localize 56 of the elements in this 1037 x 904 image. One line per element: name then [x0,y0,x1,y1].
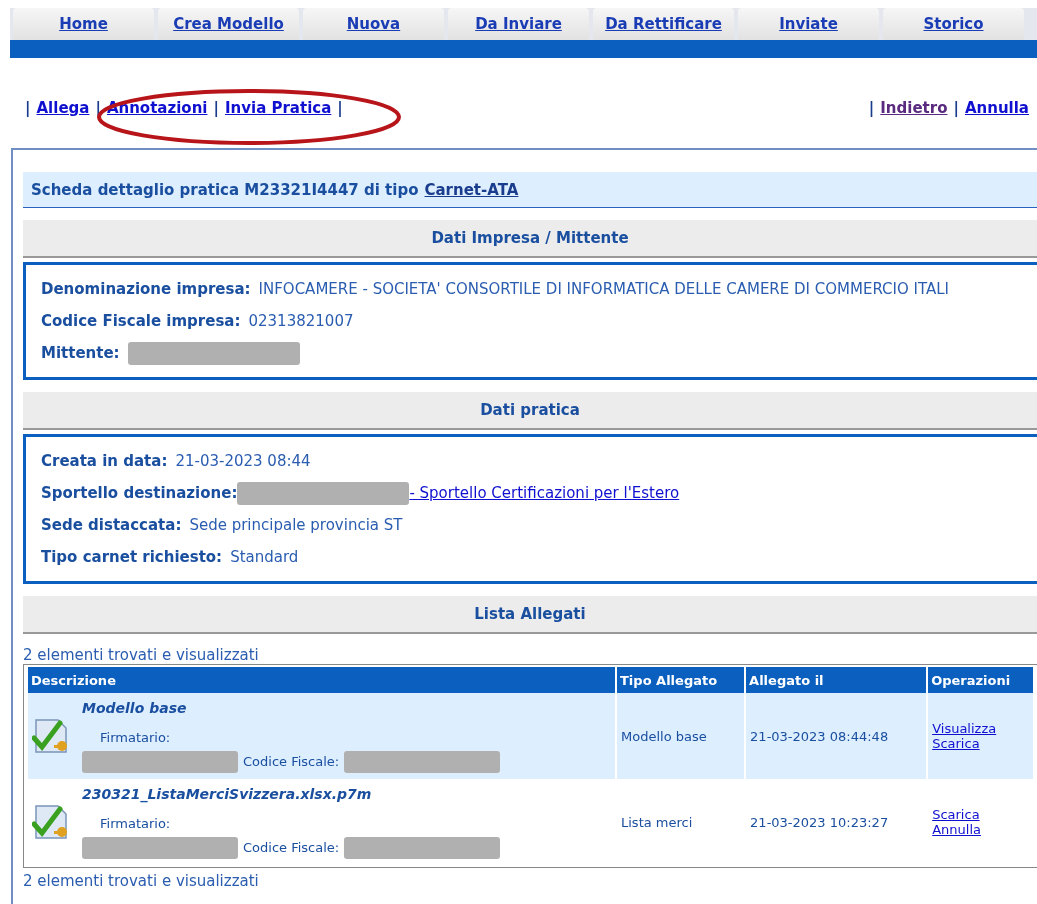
column-header: Operazioni [928,667,1033,693]
nav-tab[interactable]: Nuova [303,8,444,40]
nav-tab[interactable]: Crea Modello [158,8,299,40]
action-link[interactable]: Indietro [880,99,948,117]
action-link[interactable]: Invia Pratica [224,99,332,117]
separator: | [337,99,343,117]
field-label: Codice Fiscale impresa: [41,312,241,330]
section-title: Lista Allegati [23,596,1037,634]
nav-tab[interactable]: Da Rettificare [593,8,734,40]
section-title: Dati Impresa / Mittente [23,220,1037,258]
file-name: Modello base [82,699,188,716]
operation-link[interactable]: Annulla [932,822,1029,837]
field-label: Mittente: [41,344,120,362]
operation-link[interactable]: Scarica [932,807,1029,822]
signer-label: Firmatario: [99,815,172,831]
table-cell-text: 21-03-2023 10:23:27 [749,813,890,832]
table-cell-text: Lista merci [620,813,694,832]
field-label: Tipo carnet richiesto: [41,548,223,566]
column-header: Tipo Allegato [617,667,745,693]
field-label: Sede distaccata: [41,516,182,534]
action-link[interactable]: Allega [36,99,90,117]
table-row[interactable]: 230321_ListaMerciSvizzera.xlsx.p7m Firmatario: Codice Fiscale: Lista merci 21-03-2023 10:23:27 Scarica Annulla [28,779,1033,865]
operation-link[interactable]: Scarica [932,736,1029,751]
field-label: Creata in data: [41,452,168,470]
field-value: Sede principale provincia ST [189,516,403,534]
nav-tab[interactable]: Storico [883,8,1024,40]
field-value: Standard [230,548,299,566]
field-value: 02313821007 [248,312,354,330]
section-title: Dati pratica [23,392,1037,430]
field-value: INFOCAMERE - SOCIETA' CONSORTILE DI INFORMATICA DELLE CAMERE DI COMMERCIO ITALI [258,280,950,298]
action-link[interactable]: Annotazioni [106,99,208,117]
result-count: 2 elementi trovati e visualizzati [23,872,260,890]
table-cell: Modello base [617,693,745,779]
separator: | [953,99,959,117]
file-name: 230321_ListaMerciSvizzera.xlsx.p7m [82,785,373,802]
office-link[interactable]: - Sportello Certificazioni per l'Estero [409,484,680,502]
nav-tab[interactable]: Inviate [738,8,879,40]
field-value: 21-03-2023 08:44 [175,452,311,470]
action-link[interactable]: Annulla [964,99,1029,117]
header-text: Scheda dettaglio pratica M23321I4447 di tipo [31,180,419,199]
tax-code-label: Codice Fiscale: [243,754,340,769]
signer-label: Firmatario: [99,729,172,745]
table-cell: 21-03-2023 08:44:48 [746,693,927,779]
separator: | [213,99,219,117]
type-link[interactable]: Carnet-ATA [424,180,519,199]
separator: | [868,99,875,117]
separator: | [25,99,31,117]
nav-tab[interactable]: Da Inviare [448,8,589,40]
nav-tab[interactable]: Home [13,8,154,40]
field-label: Denominazione impresa: [41,280,251,298]
column-header: Allegato il [746,667,927,693]
tax-code-label: Codice Fiscale: [243,840,340,855]
column-header: Descrizione [28,667,615,693]
field-label: Sportello destinazione: [41,484,238,502]
operation-link[interactable]: Visualizza [932,721,1029,736]
result-count: 2 elementi trovati e visualizzati [23,646,260,664]
